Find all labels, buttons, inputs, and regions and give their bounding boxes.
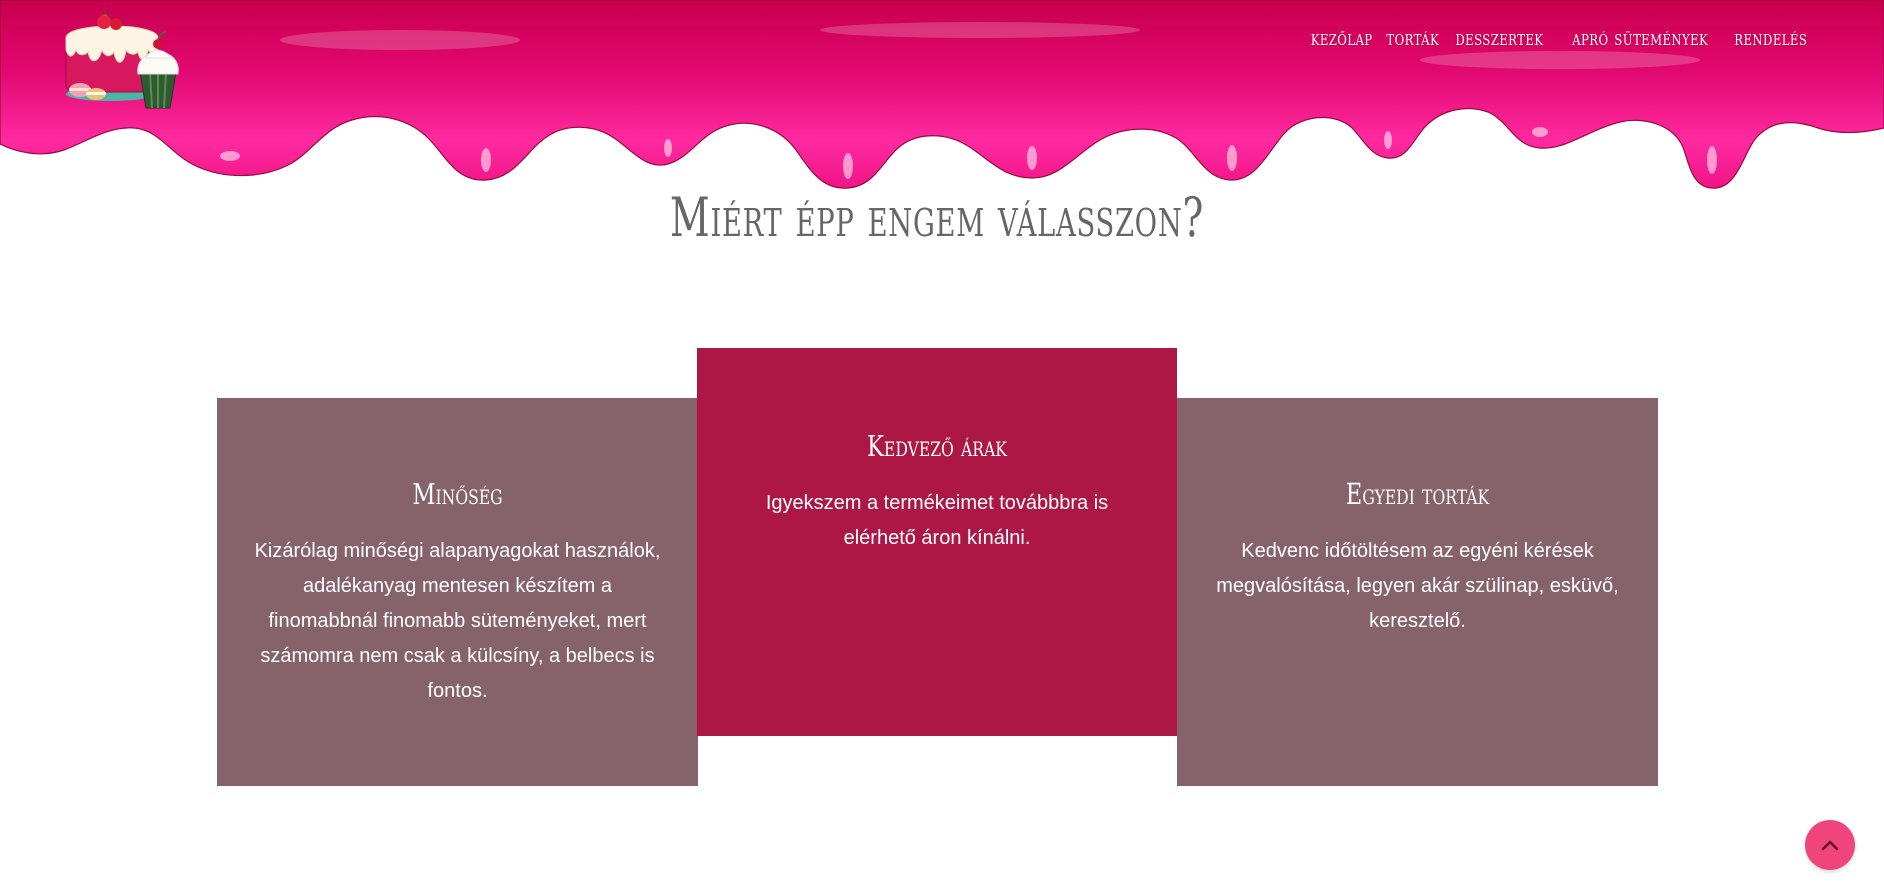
page: kezőlap torták desszertek apró süteménye…	[0, 0, 1884, 895]
nav-item-desszertek[interactable]: desszertek	[1456, 26, 1544, 51]
chevron-up-icon	[1821, 840, 1839, 851]
cake-cupcake-logo-icon[interactable]	[58, 10, 184, 110]
card-title: Kedvező árak	[867, 429, 1007, 463]
nav-item-rendeles[interactable]: rendelés	[1735, 26, 1808, 51]
card-title: Egyedi torták	[1345, 477, 1490, 511]
nav-item-tortak[interactable]: torták	[1386, 26, 1439, 51]
feature-card-custom-cakes: Egyedi torták Kedvenc időtöltésem az egy…	[1177, 398, 1658, 786]
card-text: Kedvenc időtöltésem az egyéni kérések me…	[1216, 540, 1619, 632]
card-text: Kizárólag minőségi alapanyagokat használ…	[254, 540, 661, 702]
feature-card-quality: Minőség Kizárólag minőségi alapanyagokat…	[217, 398, 698, 786]
card-text: Igyekszem a termékeimet továbbbra is elé…	[765, 492, 1109, 549]
main-nav: kezőlap torták desszertek apró süteménye…	[1311, 26, 1808, 51]
nav-item-kezolap[interactable]: kezőlap	[1311, 26, 1373, 51]
section-title: Miért épp engem válasszon?	[669, 186, 1205, 249]
feature-card-prices: Kedvező árak Igyekszem a termékeimet tov…	[697, 348, 1177, 736]
back-to-top-button[interactable]	[1805, 820, 1855, 870]
card-title: Minőség	[412, 477, 503, 511]
nav-item-apro-sutemenyek[interactable]: apró sütemények	[1572, 26, 1708, 51]
